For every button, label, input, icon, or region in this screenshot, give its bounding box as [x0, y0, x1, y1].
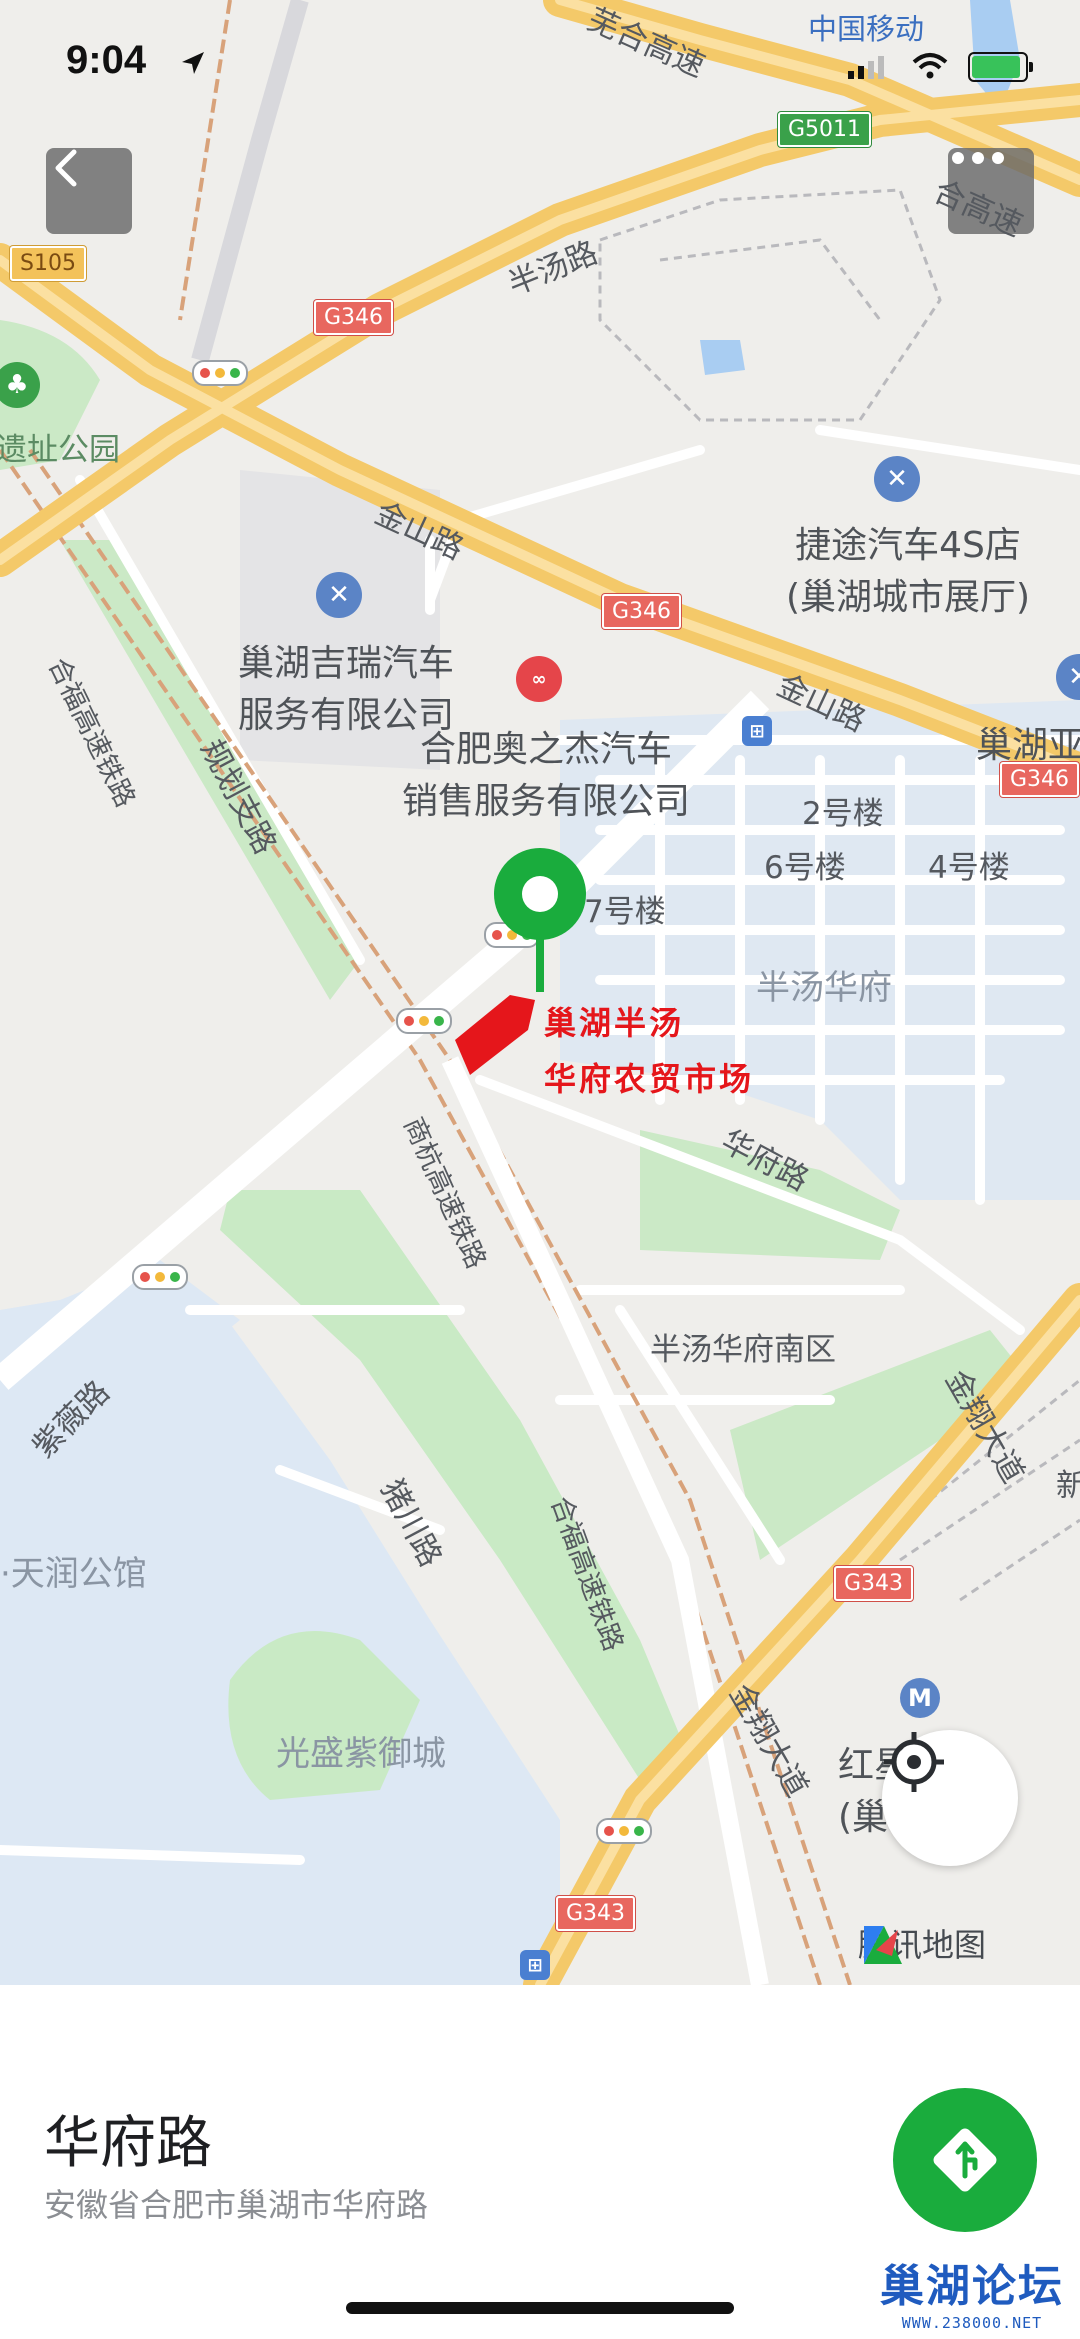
poi-label-line: (巢湖城市展厅): [786, 577, 1031, 618]
area-label: 半汤华府南区: [650, 1332, 836, 1368]
traffic-light-icon: [132, 1264, 188, 1290]
poi-label-line: 合肥奥之杰汽车: [420, 729, 673, 770]
building-label: 2号楼: [802, 796, 884, 832]
navigate-icon: [933, 2128, 997, 2192]
road-shield: G346: [314, 300, 394, 335]
auto-repair-icon[interactable]: ✕: [874, 456, 920, 502]
back-button[interactable]: [46, 148, 132, 234]
road-shield: G5011: [778, 112, 872, 147]
road-shield: S105: [10, 246, 86, 281]
battery-icon: [968, 52, 1033, 82]
building-label: 7号楼: [584, 894, 666, 930]
annotation-line1: 巢湖半汤: [544, 1004, 685, 1042]
mall-icon[interactable]: M: [900, 1678, 940, 1718]
tencent-map-logo-icon: [864, 1926, 902, 1964]
poi-label-line: 捷途汽车4S店: [795, 525, 1021, 566]
road-label: 新: [1056, 1468, 1080, 1504]
poi-label-line: 销售服务有限公司: [402, 781, 691, 822]
poi-label: 合肥奥之杰汽车 销售服务有限公司: [402, 720, 690, 824]
chevron-left-icon: [55, 149, 77, 187]
poi-label: 遗址公园: [0, 432, 120, 468]
building-label: 4号楼: [928, 850, 1010, 886]
area-label: 半汤华府: [756, 968, 892, 1008]
place-address: 安徽省合肥市巢湖市华府路: [44, 2186, 429, 2224]
poi-label: 巢湖亚: [976, 725, 1080, 766]
bus-stop-icon[interactable]: ⊞: [742, 716, 772, 746]
location-pin-icon[interactable]: [490, 844, 590, 994]
poi-label: 捷途汽车4S店 (巢湖城市展厅): [786, 516, 1030, 620]
road-shield: G343: [556, 1896, 636, 1931]
map-attribution: 腾讯地图: [858, 1920, 986, 1966]
more-dots-icon: [952, 152, 1004, 164]
forum-watermark: 巢湖论坛 WWW.238000.NET: [880, 2250, 1064, 2332]
area-label: 光盛紫御城: [276, 1734, 446, 1774]
place-name: 华府路: [44, 2111, 212, 2176]
auto-repair-icon[interactable]: ✕: [316, 572, 362, 618]
building-label: 6号楼: [764, 850, 846, 886]
watermark-title: 巢湖论坛: [880, 2261, 1064, 2312]
annotation-line2: 华府农贸市场: [544, 1060, 755, 1098]
signal-icon: [848, 56, 884, 79]
wifi-icon: [912, 53, 948, 79]
status-time: 9:04: [66, 38, 147, 82]
map-view[interactable]: 9:04 中国移动 S105 G5011 G346 G346 G346 G343…: [0, 0, 1080, 1985]
carrier-label: 中国移动: [808, 12, 925, 46]
traffic-light-icon: [396, 1008, 452, 1034]
crosshair-icon: [884, 1732, 944, 1792]
navigate-button[interactable]: [893, 2088, 1037, 2232]
home-indicator[interactable]: [346, 2302, 734, 2314]
location-arrow-icon: [182, 52, 204, 74]
bus-stop-icon[interactable]: ⊞: [520, 1950, 550, 1980]
area-label: ·天润公馆: [0, 1554, 147, 1594]
traffic-light-icon: [596, 1818, 652, 1844]
poi-label-line: 巢湖吉瑞汽车: [238, 643, 455, 684]
market-highlight: [455, 995, 535, 1075]
my-location-button[interactable]: [882, 1730, 1018, 1866]
audi-logo-icon[interactable]: ∞: [516, 656, 562, 702]
traffic-light-icon: [192, 360, 248, 386]
road-shield: G343: [834, 1566, 914, 1601]
watermark-url: WWW.238000.NET: [901, 2314, 1043, 2332]
road-shield: G346: [602, 594, 682, 629]
